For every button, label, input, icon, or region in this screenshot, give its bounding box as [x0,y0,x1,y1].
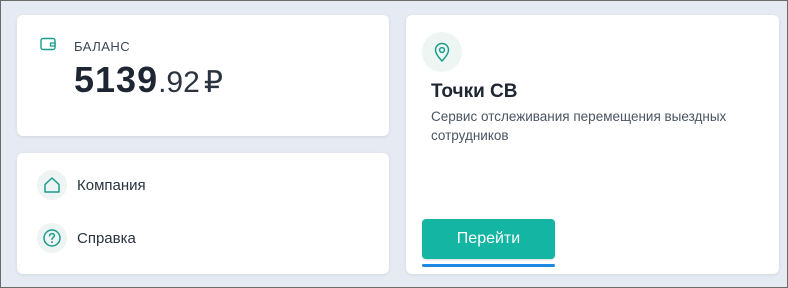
service-title: Точки СВ [431,81,518,102]
service-card: Точки СВ Сервис отслеживания перемещения… [406,15,779,274]
balance-amount: 5139.92 ₽ [74,59,223,101]
currency-symbol: ₽ [203,66,223,99]
go-button[interactable]: Перейти [422,219,555,259]
menu-item-label: Компания [77,176,146,194]
wallet-icon [35,31,61,57]
app-frame: БАЛАНС 5139.92 ₽ Компания Справка Точки … [0,0,788,288]
balance-card: БАЛАНС 5139.92 ₽ [17,15,389,136]
balance-integer: 5139 [74,59,159,100]
map-pin-icon [422,32,462,72]
balance-fraction: .92 [158,66,200,99]
menu-item-label: Справка [77,229,136,247]
menu-item-help[interactable]: Справка [37,222,136,254]
balance-label: БАЛАНС [74,39,131,54]
help-circle-icon [37,223,67,253]
home-icon [37,170,67,200]
service-description: Сервис отслеживания перемещения выездных… [431,109,727,143]
menu-item-company[interactable]: Компания [37,169,146,201]
menu-card: Компания Справка [17,153,389,274]
focus-indicator [422,264,555,267]
